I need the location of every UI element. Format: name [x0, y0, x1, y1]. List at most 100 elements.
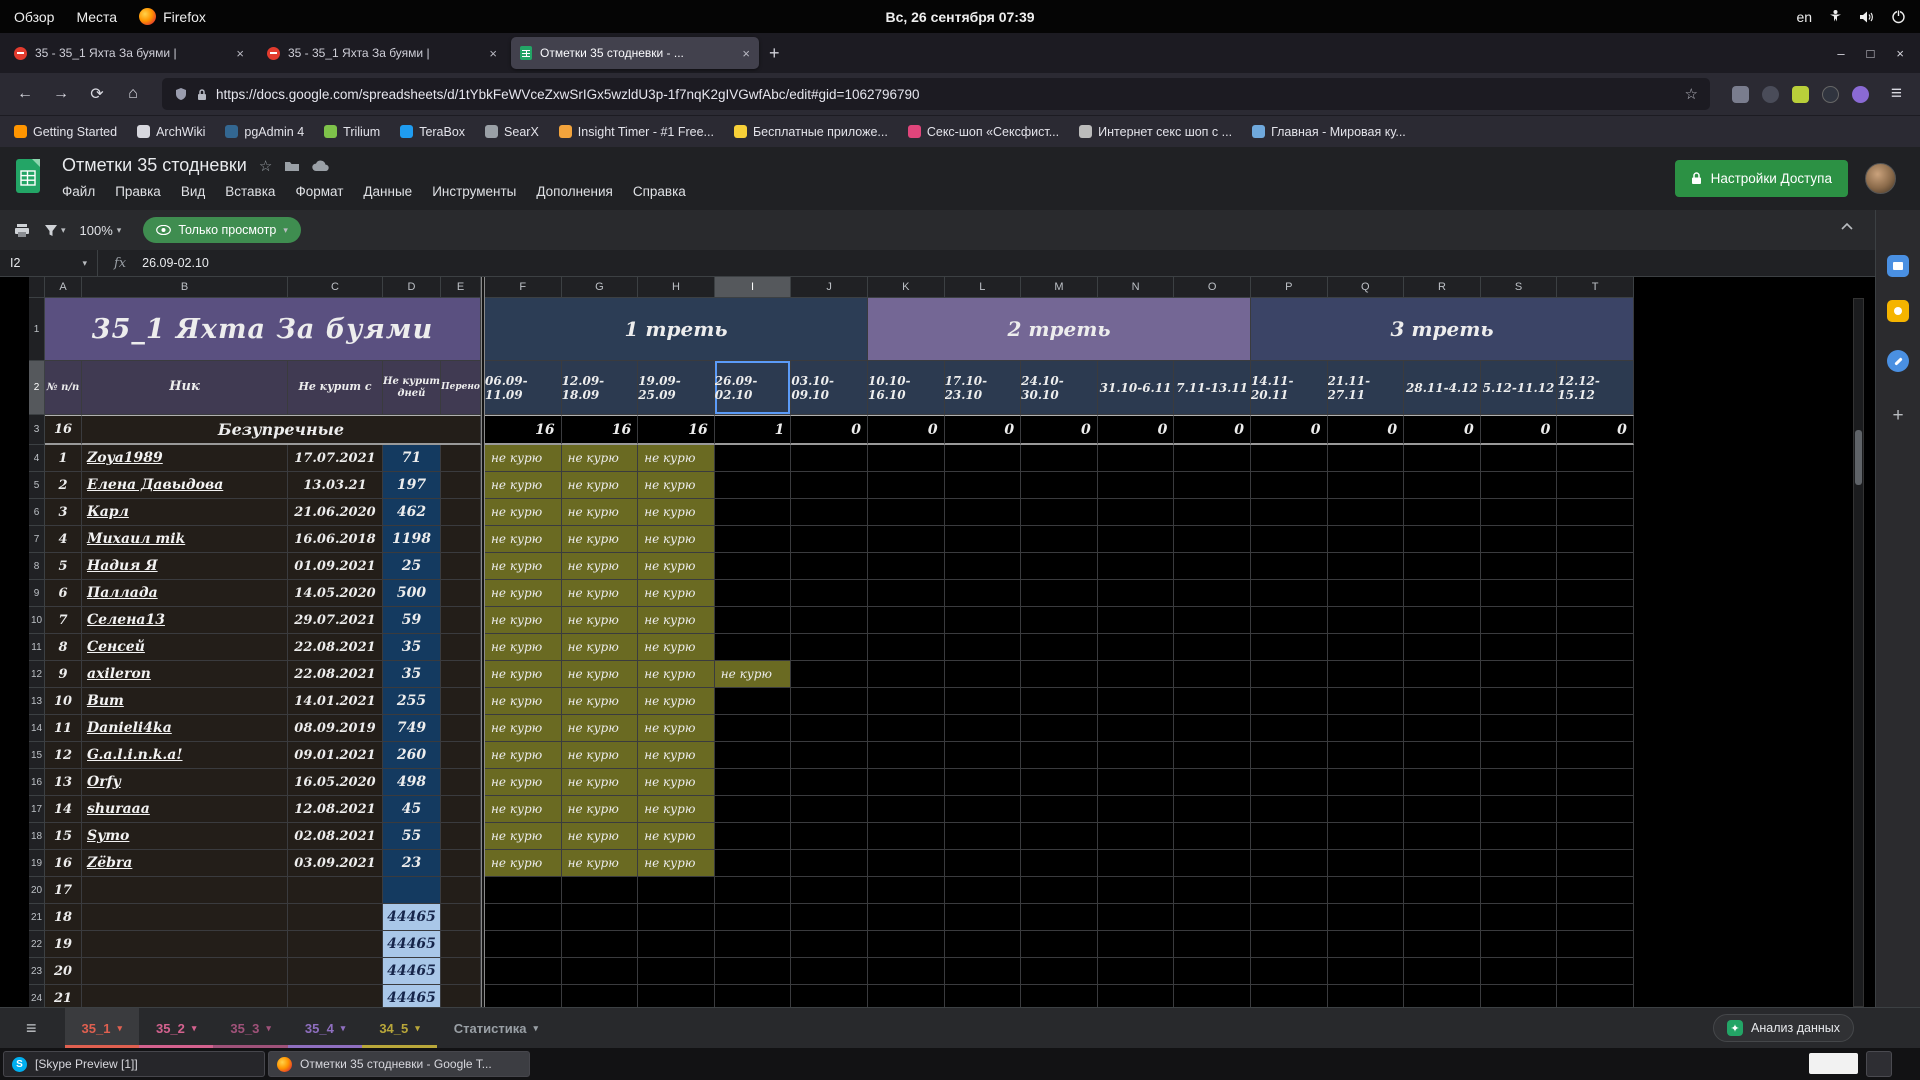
activities-button[interactable]: Обзор [14, 9, 54, 25]
cell[interactable] [1098, 472, 1175, 499]
cell-header-since[interactable]: Не курит с [288, 361, 383, 415]
vertical-scrollbar[interactable] [1853, 298, 1864, 1007]
row-header[interactable]: 22 [29, 931, 45, 958]
cell[interactable] [1557, 445, 1634, 472]
cell-mark[interactable]: не курю [485, 472, 562, 499]
cell[interactable] [1328, 526, 1405, 553]
cell[interactable] [715, 499, 792, 526]
cell[interactable] [1328, 499, 1405, 526]
cell[interactable] [485, 904, 562, 931]
cell-summary-value[interactable]: 16 [562, 415, 639, 445]
sheets-logo-icon[interactable] [14, 157, 42, 195]
cell[interactable] [1404, 634, 1481, 661]
cell[interactable] [1557, 769, 1634, 796]
bookmark-item[interactable]: Интернет секс шоп с ... [1079, 125, 1232, 139]
cell[interactable] [1251, 499, 1328, 526]
cell[interactable] [1174, 553, 1251, 580]
cell[interactable] [1404, 553, 1481, 580]
cell[interactable] [1098, 634, 1175, 661]
cell-member-days[interactable] [383, 877, 441, 904]
tracking-shield-icon[interactable] [174, 87, 188, 101]
cell[interactable] [1098, 607, 1175, 634]
cell-mark[interactable]: не курю [638, 634, 715, 661]
cell[interactable] [1557, 688, 1634, 715]
cell[interactable] [562, 958, 639, 985]
member-nick-link[interactable]: Bum [87, 693, 124, 709]
cell[interactable] [868, 580, 945, 607]
column-header[interactable]: T [1557, 277, 1634, 298]
cell[interactable] [638, 958, 715, 985]
cell-member-num[interactable]: 4 [45, 526, 82, 553]
cell[interactable] [868, 553, 945, 580]
cell[interactable] [791, 634, 868, 661]
cell[interactable] [1557, 877, 1634, 904]
column-header[interactable]: S [1481, 277, 1558, 298]
cell[interactable] [1404, 904, 1481, 931]
cell[interactable] [1481, 661, 1558, 688]
column-header[interactable]: E [441, 277, 481, 298]
cell[interactable] [945, 823, 1022, 850]
cell[interactable] [1021, 769, 1098, 796]
cell-member-nick[interactable]: Карл [82, 499, 288, 526]
cell[interactable] [715, 688, 792, 715]
member-nick-link[interactable]: Сенсей [87, 639, 145, 655]
cell[interactable] [1404, 796, 1481, 823]
cell[interactable] [791, 877, 868, 904]
cell[interactable] [1404, 958, 1481, 985]
member-nick-link[interactable]: shuraaa [87, 801, 150, 817]
cell[interactable] [868, 634, 945, 661]
cell[interactable] [791, 715, 868, 742]
sheet-tab[interactable]: 35_4▾ [288, 1008, 362, 1048]
filter-icon[interactable]: ▾ [44, 224, 66, 237]
cell[interactable] [1404, 823, 1481, 850]
cell[interactable] [1251, 445, 1328, 472]
cell[interactable] [1557, 796, 1634, 823]
cell[interactable] [1174, 958, 1251, 985]
row-header[interactable]: 24 [29, 985, 45, 1007]
cell[interactable] [1328, 634, 1405, 661]
cell-member-days[interactable]: 59 [383, 607, 441, 634]
bookmark-item[interactable]: Getting Started [14, 125, 117, 139]
explore-button[interactable]: ✦ Анализ данных [1713, 1014, 1854, 1042]
cell[interactable] [82, 958, 288, 985]
cell-member-days[interactable]: 1198 [383, 526, 441, 553]
member-nick-link[interactable]: Карл [87, 504, 129, 520]
cell-third-header[interactable]: 2 треть [868, 298, 1251, 361]
row-header[interactable]: 6 [29, 499, 45, 526]
row-header[interactable]: 3 [29, 415, 45, 445]
member-nick-link[interactable]: Михаил mik [87, 531, 185, 547]
cell[interactable] [1404, 661, 1481, 688]
cell-mark[interactable]: не курю [562, 715, 639, 742]
column-header[interactable]: A [45, 277, 82, 298]
cell-summary-count[interactable]: 16 [45, 415, 82, 445]
cell[interactable] [945, 688, 1022, 715]
cell-member-num[interactable]: 2 [45, 472, 82, 499]
cell-member-since[interactable]: 16.05.2020 [288, 769, 383, 796]
cell[interactable] [1251, 823, 1328, 850]
cell[interactable] [441, 769, 481, 796]
cell[interactable] [1557, 958, 1634, 985]
member-nick-link[interactable]: G.a.l.i.n.k.a! [87, 747, 183, 763]
sheet-tab[interactable]: 35_3▾ [213, 1008, 287, 1048]
cell[interactable] [715, 553, 792, 580]
cell[interactable] [1481, 634, 1558, 661]
cell[interactable] [1098, 526, 1175, 553]
cell[interactable] [791, 850, 868, 877]
cell-mark[interactable]: не курю [638, 796, 715, 823]
cell-member-since[interactable]: 02.08.2021 [288, 823, 383, 850]
cell-member-num[interactable]: 11 [45, 715, 82, 742]
column-header[interactable]: L [945, 277, 1022, 298]
cell[interactable] [1021, 526, 1098, 553]
taskbar-window-button[interactable]: S[Skype Preview [1]] [3, 1051, 265, 1077]
cell-mark[interactable]: не курю [638, 526, 715, 553]
cell[interactable] [1098, 904, 1175, 931]
cell-mark[interactable]: не курю [638, 580, 715, 607]
move-folder-icon[interactable] [284, 160, 300, 172]
cell-mark[interactable]: не курю [638, 769, 715, 796]
cell[interactable] [441, 715, 481, 742]
chevron-down-icon[interactable]: ▾ [533, 1023, 538, 1034]
cell[interactable] [1328, 850, 1405, 877]
row-header[interactable]: 21 [29, 904, 45, 931]
cell[interactable] [791, 580, 868, 607]
maximize-button[interactable]: □ [1867, 46, 1875, 61]
